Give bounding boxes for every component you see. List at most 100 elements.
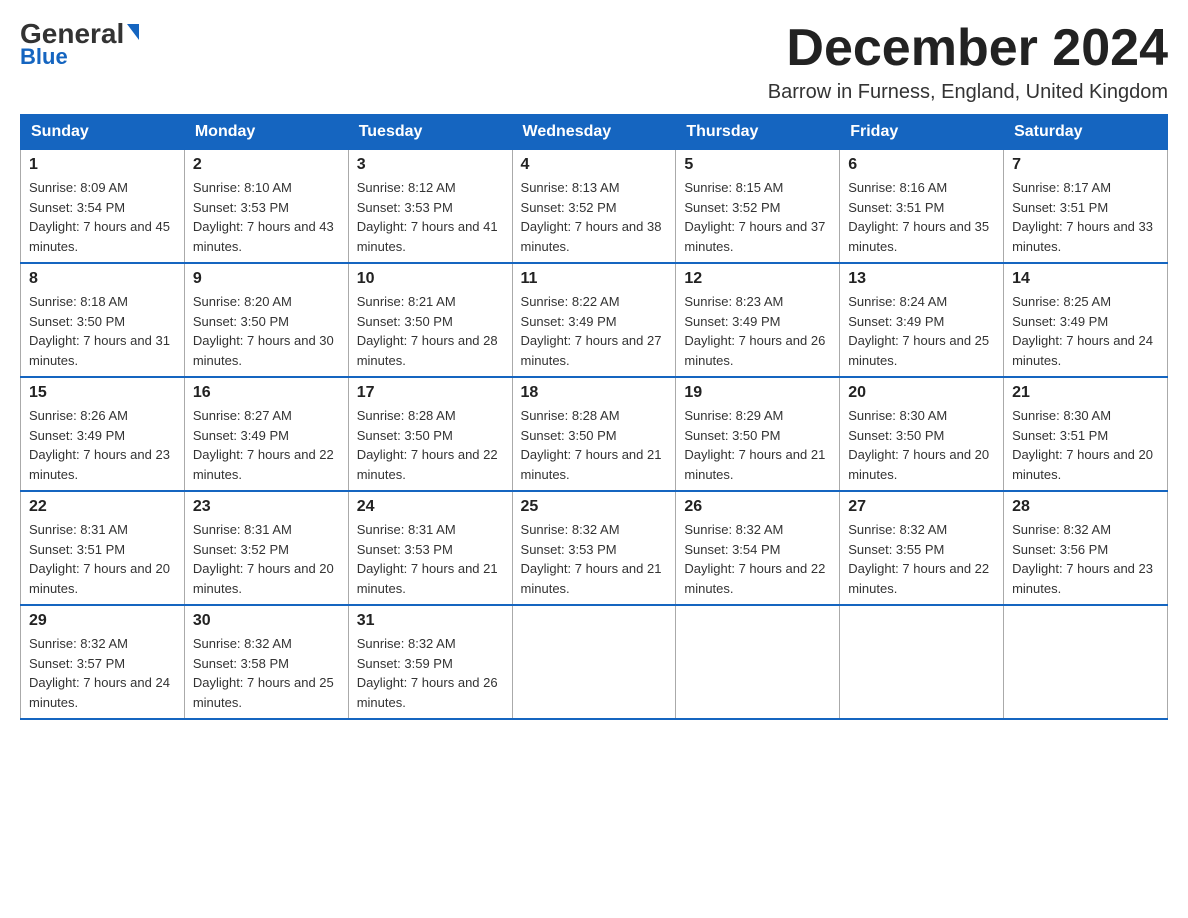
day-info: Sunrise: 8:27 AMSunset: 3:49 PMDaylight:…: [193, 408, 334, 482]
header-monday: Monday: [184, 115, 348, 150]
day-number: 18: [521, 384, 668, 402]
day-number: 20: [848, 384, 995, 402]
calendar-cell: 14 Sunrise: 8:25 AMSunset: 3:49 PMDaylig…: [1004, 263, 1168, 377]
day-info: Sunrise: 8:32 AMSunset: 3:57 PMDaylight:…: [29, 636, 170, 710]
day-number: 29: [29, 612, 176, 630]
day-info: Sunrise: 8:32 AMSunset: 3:55 PMDaylight:…: [848, 522, 989, 596]
day-number: 23: [193, 498, 340, 516]
day-info: Sunrise: 8:13 AMSunset: 3:52 PMDaylight:…: [521, 180, 662, 254]
day-info: Sunrise: 8:23 AMSunset: 3:49 PMDaylight:…: [684, 294, 825, 368]
weekday-header-row: SundayMondayTuesdayWednesdayThursdayFrid…: [21, 115, 1168, 150]
calendar-cell: 12 Sunrise: 8:23 AMSunset: 3:49 PMDaylig…: [676, 263, 840, 377]
calendar-cell: 22 Sunrise: 8:31 AMSunset: 3:51 PMDaylig…: [21, 491, 185, 605]
day-number: 22: [29, 498, 176, 516]
calendar-cell: 30 Sunrise: 8:32 AMSunset: 3:58 PMDaylig…: [184, 605, 348, 719]
day-number: 13: [848, 270, 995, 288]
day-info: Sunrise: 8:32 AMSunset: 3:54 PMDaylight:…: [684, 522, 825, 596]
week-row-4: 22 Sunrise: 8:31 AMSunset: 3:51 PMDaylig…: [21, 491, 1168, 605]
calendar-cell: 19 Sunrise: 8:29 AMSunset: 3:50 PMDaylig…: [676, 377, 840, 491]
calendar-cell: 13 Sunrise: 8:24 AMSunset: 3:49 PMDaylig…: [840, 263, 1004, 377]
calendar-cell: 17 Sunrise: 8:28 AMSunset: 3:50 PMDaylig…: [348, 377, 512, 491]
calendar-cell: 9 Sunrise: 8:20 AMSunset: 3:50 PMDayligh…: [184, 263, 348, 377]
day-number: 2: [193, 156, 340, 174]
day-number: 11: [521, 270, 668, 288]
day-number: 5: [684, 156, 831, 174]
day-info: Sunrise: 8:22 AMSunset: 3:49 PMDaylight:…: [521, 294, 662, 368]
calendar-cell: [840, 605, 1004, 719]
week-row-1: 1 Sunrise: 8:09 AMSunset: 3:54 PMDayligh…: [21, 150, 1168, 264]
week-row-2: 8 Sunrise: 8:18 AMSunset: 3:50 PMDayligh…: [21, 263, 1168, 377]
calendar-table: SundayMondayTuesdayWednesdayThursdayFrid…: [20, 114, 1168, 720]
day-info: Sunrise: 8:15 AMSunset: 3:52 PMDaylight:…: [684, 180, 825, 254]
calendar-cell: 24 Sunrise: 8:31 AMSunset: 3:53 PMDaylig…: [348, 491, 512, 605]
day-number: 10: [357, 270, 504, 288]
day-info: Sunrise: 8:32 AMSunset: 3:58 PMDaylight:…: [193, 636, 334, 710]
day-number: 4: [521, 156, 668, 174]
calendar-cell: 3 Sunrise: 8:12 AMSunset: 3:53 PMDayligh…: [348, 150, 512, 264]
day-info: Sunrise: 8:30 AMSunset: 3:50 PMDaylight:…: [848, 408, 989, 482]
calendar-cell: 7 Sunrise: 8:17 AMSunset: 3:51 PMDayligh…: [1004, 150, 1168, 264]
calendar-cell: 2 Sunrise: 8:10 AMSunset: 3:53 PMDayligh…: [184, 150, 348, 264]
day-number: 7: [1012, 156, 1159, 174]
header-sunday: Sunday: [21, 115, 185, 150]
day-info: Sunrise: 8:10 AMSunset: 3:53 PMDaylight:…: [193, 180, 334, 254]
calendar-cell: 15 Sunrise: 8:26 AMSunset: 3:49 PMDaylig…: [21, 377, 185, 491]
day-number: 12: [684, 270, 831, 288]
title-block: December 2024 Barrow in Furness, England…: [768, 20, 1168, 104]
day-info: Sunrise: 8:16 AMSunset: 3:51 PMDaylight:…: [848, 180, 989, 254]
day-number: 30: [193, 612, 340, 630]
day-number: 15: [29, 384, 176, 402]
day-info: Sunrise: 8:18 AMSunset: 3:50 PMDaylight:…: [29, 294, 170, 368]
day-info: Sunrise: 8:09 AMSunset: 3:54 PMDaylight:…: [29, 180, 170, 254]
day-number: 6: [848, 156, 995, 174]
day-number: 25: [521, 498, 668, 516]
calendar-cell: 27 Sunrise: 8:32 AMSunset: 3:55 PMDaylig…: [840, 491, 1004, 605]
day-number: 14: [1012, 270, 1159, 288]
day-info: Sunrise: 8:29 AMSunset: 3:50 PMDaylight:…: [684, 408, 825, 482]
calendar-cell: 26 Sunrise: 8:32 AMSunset: 3:54 PMDaylig…: [676, 491, 840, 605]
day-info: Sunrise: 8:24 AMSunset: 3:49 PMDaylight:…: [848, 294, 989, 368]
day-number: 3: [357, 156, 504, 174]
logo-blue: Blue: [20, 44, 68, 70]
calendar-cell: 29 Sunrise: 8:32 AMSunset: 3:57 PMDaylig…: [21, 605, 185, 719]
day-number: 31: [357, 612, 504, 630]
day-info: Sunrise: 8:32 AMSunset: 3:56 PMDaylight:…: [1012, 522, 1153, 596]
header-saturday: Saturday: [1004, 115, 1168, 150]
calendar-cell: 18 Sunrise: 8:28 AMSunset: 3:50 PMDaylig…: [512, 377, 676, 491]
day-info: Sunrise: 8:31 AMSunset: 3:53 PMDaylight:…: [357, 522, 498, 596]
header-thursday: Thursday: [676, 115, 840, 150]
day-number: 16: [193, 384, 340, 402]
calendar-cell: 10 Sunrise: 8:21 AMSunset: 3:50 PMDaylig…: [348, 263, 512, 377]
day-info: Sunrise: 8:26 AMSunset: 3:49 PMDaylight:…: [29, 408, 170, 482]
week-row-5: 29 Sunrise: 8:32 AMSunset: 3:57 PMDaylig…: [21, 605, 1168, 719]
day-info: Sunrise: 8:31 AMSunset: 3:52 PMDaylight:…: [193, 522, 334, 596]
day-info: Sunrise: 8:25 AMSunset: 3:49 PMDaylight:…: [1012, 294, 1153, 368]
calendar-cell: [1004, 605, 1168, 719]
day-number: 9: [193, 270, 340, 288]
day-info: Sunrise: 8:21 AMSunset: 3:50 PMDaylight:…: [357, 294, 498, 368]
day-number: 28: [1012, 498, 1159, 516]
calendar-cell: [512, 605, 676, 719]
calendar-cell: 31 Sunrise: 8:32 AMSunset: 3:59 PMDaylig…: [348, 605, 512, 719]
month-title: December 2024: [768, 20, 1168, 77]
calendar-cell: 1 Sunrise: 8:09 AMSunset: 3:54 PMDayligh…: [21, 150, 185, 264]
day-info: Sunrise: 8:32 AMSunset: 3:59 PMDaylight:…: [357, 636, 498, 710]
day-info: Sunrise: 8:28 AMSunset: 3:50 PMDaylight:…: [521, 408, 662, 482]
calendar-cell: 25 Sunrise: 8:32 AMSunset: 3:53 PMDaylig…: [512, 491, 676, 605]
day-info: Sunrise: 8:28 AMSunset: 3:50 PMDaylight:…: [357, 408, 498, 482]
day-number: 1: [29, 156, 176, 174]
calendar-cell: 23 Sunrise: 8:31 AMSunset: 3:52 PMDaylig…: [184, 491, 348, 605]
day-info: Sunrise: 8:20 AMSunset: 3:50 PMDaylight:…: [193, 294, 334, 368]
day-number: 19: [684, 384, 831, 402]
calendar-cell: [676, 605, 840, 719]
header-wednesday: Wednesday: [512, 115, 676, 150]
calendar-cell: 16 Sunrise: 8:27 AMSunset: 3:49 PMDaylig…: [184, 377, 348, 491]
calendar-cell: 20 Sunrise: 8:30 AMSunset: 3:50 PMDaylig…: [840, 377, 1004, 491]
day-number: 27: [848, 498, 995, 516]
logo: General Blue: [20, 20, 139, 70]
week-row-3: 15 Sunrise: 8:26 AMSunset: 3:49 PMDaylig…: [21, 377, 1168, 491]
calendar-cell: 11 Sunrise: 8:22 AMSunset: 3:49 PMDaylig…: [512, 263, 676, 377]
calendar-cell: 5 Sunrise: 8:15 AMSunset: 3:52 PMDayligh…: [676, 150, 840, 264]
calendar-cell: 8 Sunrise: 8:18 AMSunset: 3:50 PMDayligh…: [21, 263, 185, 377]
header-tuesday: Tuesday: [348, 115, 512, 150]
